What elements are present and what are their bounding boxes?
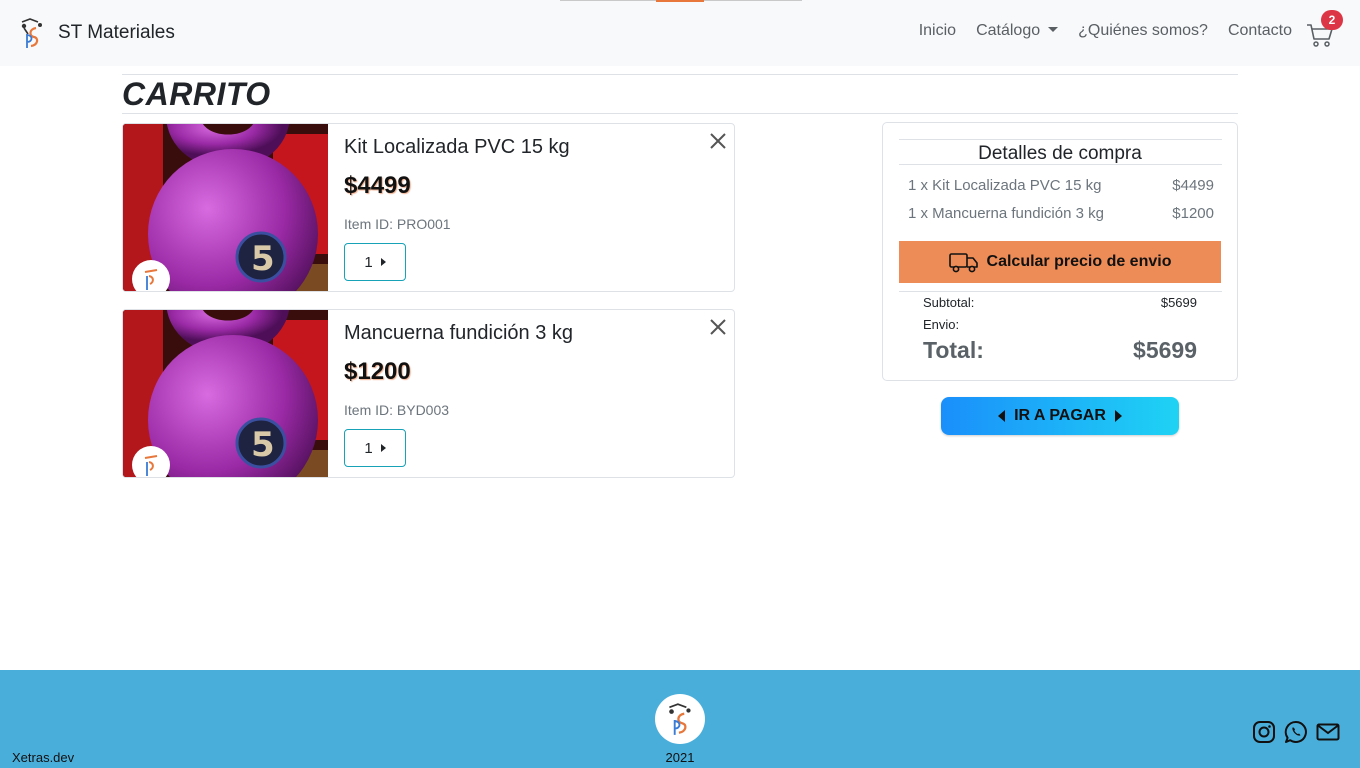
product-image: 5 (123, 310, 328, 477)
calculate-shipping-button[interactable]: Calcular precio de envio (899, 241, 1221, 283)
item-name: Mancuerna fundición 3 kg (344, 322, 574, 344)
brand-name: ST Materiales (58, 22, 175, 43)
item-price: $1200 (344, 358, 411, 385)
item-id: Item ID: BYD003 (344, 402, 450, 418)
shipping-row: Envio: (923, 317, 1197, 332)
close-icon[interactable] (709, 132, 727, 150)
item-price: $4499 (344, 172, 411, 199)
chevron-down-icon (1048, 26, 1059, 32)
checkout-button[interactable]: IR A PAGAR (941, 397, 1179, 435)
divider (899, 164, 1222, 165)
caret-right-icon (380, 444, 386, 452)
summary-line-label: 1 x Mancuerna fundición 3 kg (908, 205, 1104, 222)
caret-right-icon (1114, 410, 1122, 422)
page-title: CARRITO (122, 76, 271, 112)
product-image: 5 (123, 124, 328, 291)
summary-line-label: 1 x Kit Localizada PVC 15 kg (908, 177, 1102, 194)
calculate-shipping-label: Calcular precio de envio (986, 253, 1172, 270)
quantity-dropdown[interactable]: 1 (344, 243, 406, 281)
close-icon[interactable] (709, 318, 727, 336)
subtotal-row: Subtotal: $5699 (923, 295, 1197, 310)
loading-bar (560, 0, 802, 2)
divider (122, 113, 1238, 114)
divider (899, 139, 1222, 140)
purchase-summary: Detalles de compra 1 x Kit Localizada PV… (882, 122, 1238, 381)
footer-year: 2021 (665, 750, 695, 765)
divider (122, 74, 1238, 75)
nav-link-catalogo[interactable]: Catálogo (976, 22, 1059, 40)
nav-link-inicio[interactable]: Inicio (919, 22, 956, 40)
navbar: ST Materiales Inicio Catálogo ¿Quiénes s… (0, 0, 1360, 66)
mail-icon[interactable] (1316, 720, 1340, 744)
instagram-icon[interactable] (1252, 720, 1276, 744)
summary-title: Detalles de compra (978, 143, 1142, 164)
summary-line-item: 1 x Kit Localizada PVC 15 kg $4499 (908, 177, 1214, 194)
total-label: Total: (923, 337, 984, 363)
whatsapp-icon[interactable] (1284, 720, 1308, 744)
quantity-value: 1 (364, 253, 373, 271)
total-row: Total: $5699 (923, 337, 1197, 364)
nav-link-contacto[interactable]: Contacto (1228, 22, 1292, 40)
item-id: Item ID: PRO001 (344, 216, 451, 232)
nav-link-catalogo-label: Catálogo (976, 22, 1041, 39)
caret-right-icon (380, 258, 386, 266)
item-name: Kit Localizada PVC 15 kg (344, 136, 570, 158)
brand[interactable]: ST Materiales (18, 16, 175, 50)
developer-credit[interactable]: Xetras.dev (12, 750, 74, 765)
subtotal-label: Subtotal: (923, 295, 975, 310)
quantity-value: 1 (364, 439, 373, 457)
cart-count-badge: 2 (1321, 10, 1343, 30)
divider (899, 291, 1222, 292)
total-value: $5699 (1133, 337, 1197, 363)
quantity-dropdown[interactable]: 1 (344, 429, 406, 467)
footer: Xetras.dev 2021 (0, 670, 1360, 768)
subtotal-value: $5699 (1160, 295, 1197, 310)
footer-logo (655, 694, 705, 744)
summary-line-price: $4499 (1172, 177, 1214, 194)
caret-left-icon (998, 410, 1006, 422)
svg-text:5: 5 (251, 425, 275, 465)
cart-item: 5 Kit Localizada PVC 15 kg $4499 Item ID… (122, 123, 735, 292)
nav-links: Inicio Catálogo ¿Quiénes somos? Contacto (919, 22, 1292, 40)
shipping-label: Envio: (923, 317, 960, 332)
nav-link-quienes-somos[interactable]: ¿Quiénes somos? (1078, 22, 1208, 40)
summary-line-price: $1200 (1172, 205, 1214, 222)
brand-logo-icon (21, 18, 42, 48)
checkout-label: IR A PAGAR (1014, 407, 1106, 424)
summary-line-item: 1 x Mancuerna fundición 3 kg $1200 (908, 205, 1214, 222)
brand-logo-icon (669, 703, 691, 735)
svg-text:5: 5 (251, 239, 275, 279)
cart-item: 5 Mancuerna fundición 3 kg $1200 Item ID… (122, 309, 735, 478)
truck-icon (948, 253, 978, 273)
